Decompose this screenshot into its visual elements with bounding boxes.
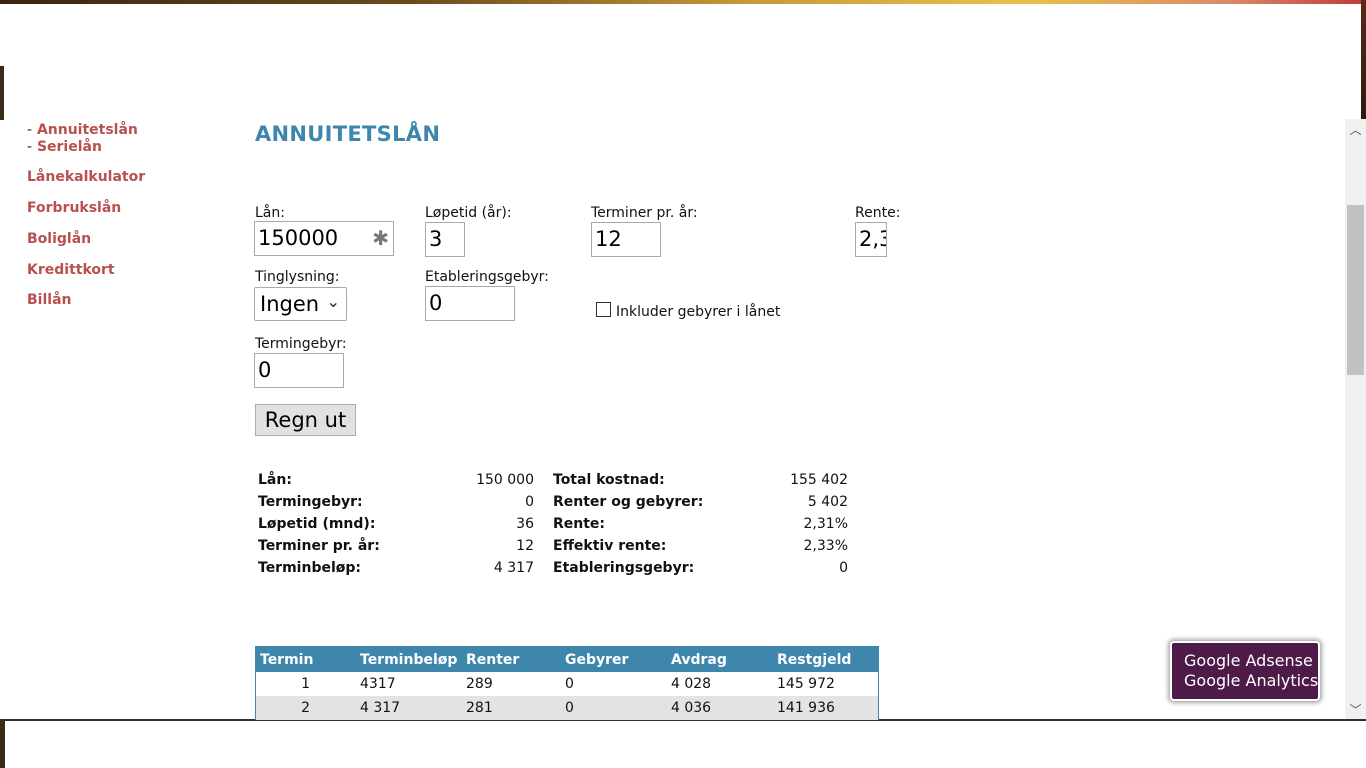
left-edge [0, 66, 4, 120]
rate-input[interactable]: 2,3 [855, 222, 887, 257]
sidebar-item-forbrukslan[interactable]: Forbrukslån [27, 200, 121, 216]
sidebar-item-billan[interactable]: Billån [27, 292, 71, 308]
term-years-input[interactable]: 3 [425, 222, 465, 257]
vertical-scrollbar[interactable]: ︿ ﹀ [1345, 119, 1366, 719]
table-cell: 145 972 [777, 676, 835, 692]
summary-value: 0 [839, 560, 848, 576]
summary-value: 0 [525, 494, 534, 510]
include-fees-checkbox[interactable] [596, 302, 611, 317]
loan-label: Lån: [255, 205, 285, 221]
table-cell: 4 028 [671, 676, 712, 692]
table-cell: 141 936 [777, 700, 835, 716]
summary-key: Total kostnad: [553, 472, 665, 488]
right-edge [1361, 0, 1366, 120]
summary-key: Etableringsgebyr: [553, 560, 695, 576]
column-header: Terminbeløp [360, 651, 458, 668]
summary-key: Rente: [553, 516, 606, 532]
registration-select[interactable]: Ingen ⌄ [254, 287, 347, 321]
scroll-down-icon[interactable]: ﹀ [1345, 699, 1366, 719]
asterisk-icon: ✱ [372, 226, 389, 250]
summary-value: 2,31% [803, 516, 848, 532]
table-row: 1 4317 289 0 4 028 145 972 [256, 672, 878, 696]
table-cell: 2 [301, 700, 310, 716]
column-header: Renter [466, 651, 520, 668]
chevron-down-icon: ⌄ [326, 292, 340, 311]
summary-key: Effektiv rente: [553, 538, 667, 554]
summary-value: 155 402 [790, 472, 848, 488]
table-cell: 1 [301, 676, 310, 692]
establishment-fee-input[interactable]: 0 [425, 286, 515, 321]
terms-per-year-label: Terminer pr. år: [591, 205, 698, 221]
table-cell: 0 [565, 700, 574, 716]
table-cell: 4 317 [360, 700, 401, 716]
sidebar-item-serielan[interactable]: Serielån [37, 139, 102, 155]
analytics-badge[interactable]: Google Adsense Google Analytics [1170, 641, 1320, 701]
bottom-left-edge [0, 720, 5, 768]
term-years-label: Løpetid (år): [425, 205, 512, 221]
sidebar-item-lanekalkulator[interactable]: Lånekalkulator [27, 169, 145, 185]
sidebar-item-boliglan[interactable]: Boliglån [27, 231, 91, 247]
table-cell: 4 036 [671, 700, 712, 716]
summary-value: 4 317 [493, 560, 534, 576]
column-header: Gebyrer [565, 651, 629, 668]
summary-key: Lån: [258, 472, 292, 488]
summary-value: 2,33% [803, 538, 848, 554]
summary-value: 12 [516, 538, 534, 554]
badge-line: Google Adsense [1184, 651, 1313, 670]
sidebar-subitem[interactable]: - Annuitetslån [27, 122, 138, 139]
term-fee-label: Termingebyr: [255, 336, 347, 352]
calculate-button[interactable]: Regn ut [255, 404, 356, 436]
column-header: Termin [260, 651, 314, 668]
scroll-up-icon[interactable]: ︿ [1345, 119, 1366, 139]
scroll-thumb[interactable] [1347, 205, 1364, 375]
sidebar-subitem[interactable]: - Serielån [27, 139, 138, 156]
sidebar-item-kredittkort[interactable]: Kredittkort [27, 262, 115, 278]
summary-key: Renter og gebyrer: [553, 494, 704, 510]
table-header-row: Termin Terminbeløp Renter Gebyrer Avdrag… [256, 647, 878, 672]
summary-key: Terminbeløp: [258, 560, 361, 576]
badge-line: Google Analytics [1184, 671, 1319, 690]
registration-select-value: Ingen [260, 292, 320, 316]
table-cell: 4317 [360, 676, 396, 692]
include-fees-label[interactable]: Inkluder gebyrer i lånet [616, 304, 780, 320]
terms-per-year-input[interactable]: 12 [591, 222, 661, 257]
table-row: 2 4 317 281 0 4 036 141 936 [256, 696, 878, 720]
top-banner-strip [0, 0, 1366, 4]
summary-key: Terminer pr. år: [258, 538, 380, 554]
rate-label: Rente: [855, 205, 901, 221]
registration-label: Tinglysning: [255, 269, 340, 285]
table-cell: 289 [466, 676, 493, 692]
table-cell: 0 [565, 676, 574, 692]
establishment-fee-label: Etableringsgebyr: [425, 269, 549, 285]
table-cell: 281 [466, 700, 493, 716]
sidebar-item-annuitetslan[interactable]: Annuitetslån [37, 122, 138, 138]
summary-value: 36 [516, 516, 534, 532]
amortization-table: Termin Terminbeløp Renter Gebyrer Avdrag… [255, 646, 879, 720]
loan-input[interactable]: 150000 ✱ [254, 221, 394, 256]
summary-key: Løpetid (mnd): [258, 516, 376, 532]
term-fee-input[interactable]: 0 [254, 353, 344, 388]
loan-input-value: 150000 [258, 226, 339, 250]
page-title: ANNUITETSLÅN [255, 122, 441, 146]
column-header: Avdrag [671, 651, 727, 668]
summary-key: Termingebyr: [258, 494, 363, 510]
column-header: Restgjeld [777, 651, 852, 668]
summary-value: 5 402 [807, 494, 848, 510]
summary-value: 150 000 [476, 472, 534, 488]
